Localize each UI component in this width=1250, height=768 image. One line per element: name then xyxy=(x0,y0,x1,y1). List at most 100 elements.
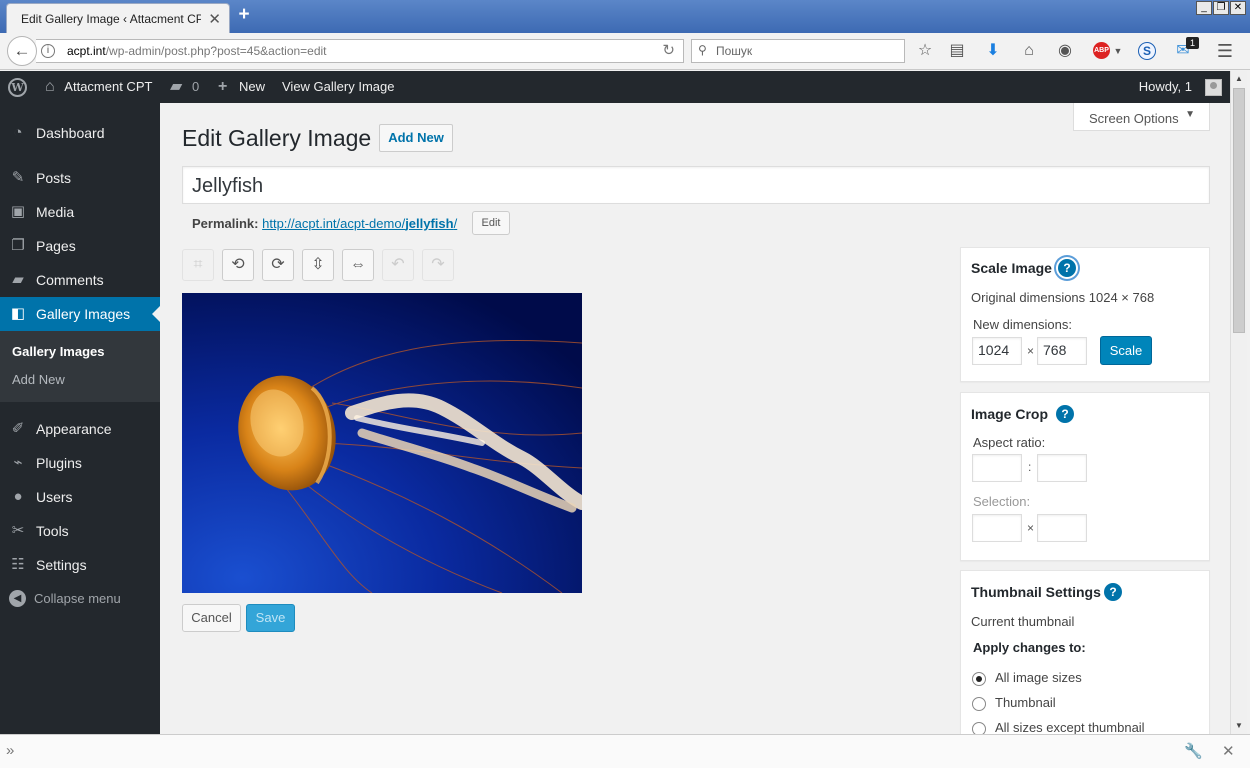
selection-height-input[interactable] xyxy=(1037,514,1087,542)
post-title-input[interactable]: Jellyfish xyxy=(182,166,1210,204)
cancel-button[interactable]: Cancel xyxy=(182,604,241,632)
help-icon[interactable]: ? xyxy=(1058,259,1076,277)
sidebar-item-pages[interactable]: ❐ Pages xyxy=(0,229,160,263)
dashboard-icon: ◔ xyxy=(13,124,23,141)
scroll-up-icon[interactable]: ▲ xyxy=(1231,71,1247,87)
permalink-row: Permalink: http://acpt.int/acpt-demo/jel… xyxy=(192,216,457,231)
add-new-button[interactable]: Add New xyxy=(379,124,453,152)
sidebar-item-dashboard[interactable]: ◔ Dashboard xyxy=(0,116,160,150)
wrench-icon[interactable]: 🔧 xyxy=(1184,742,1203,760)
new-content-link[interactable]: + New xyxy=(218,71,265,103)
admin-sidebar: ◔ Dashboard ✎ Posts ▣ Media ❐ Pages ▰ Co… xyxy=(0,103,160,734)
comments-link[interactable]: ▰ 0 xyxy=(170,71,199,103)
radio-thumbnail[interactable] xyxy=(972,697,986,711)
permalink-edit-button[interactable]: Edit xyxy=(472,211,510,235)
permalink-link[interactable]: http://acpt.int/acpt-demo/jellyfish/ xyxy=(262,216,457,231)
howdy-account[interactable]: Howdy, 1 xyxy=(1139,71,1192,103)
user-icon: ● xyxy=(13,488,23,505)
flip-horizontal-icon[interactable]: ⇔ xyxy=(342,249,374,281)
info-icon[interactable]: i xyxy=(41,44,55,58)
original-dimensions: Original dimensions 1024 × 768 xyxy=(971,290,1155,305)
home-icon: ⌂ xyxy=(45,78,55,95)
times-separator: × xyxy=(1027,521,1035,535)
browser-bottom-bar: » 🔧 ✕ xyxy=(0,734,1250,768)
pocket-icon[interactable]: ◉ xyxy=(1055,41,1075,61)
browser-titlebar: Edit Gallery Image ‹ Attacment CP… ✕ + _… xyxy=(0,0,1250,33)
undo-icon[interactable]: ↶ xyxy=(382,249,414,281)
save-button[interactable]: Save xyxy=(246,604,295,632)
bookmark-star-icon[interactable]: ☆ xyxy=(915,41,935,61)
radio-label-thumbnail[interactable]: Thumbnail xyxy=(995,695,1056,710)
radio-label-all-except-thumbnail[interactable]: All sizes except thumbnail xyxy=(995,720,1145,735)
crop-icon[interactable]: ⌗ xyxy=(182,249,214,281)
sidebar-item-tools[interactable]: ✂ Tools xyxy=(0,514,160,548)
wrench-icon: ✂ xyxy=(11,522,25,539)
pin-icon: ✎ xyxy=(11,169,25,186)
sidebar-item-plugins[interactable]: ⌁ Plugins xyxy=(0,446,160,480)
rotate-left-icon[interactable]: ⟲ xyxy=(222,249,254,281)
download-icon[interactable]: ⬇ xyxy=(983,41,1003,61)
help-icon[interactable]: ? xyxy=(1056,405,1074,423)
redo-icon[interactable]: ↷ xyxy=(422,249,454,281)
aspect-ratio-width-input[interactable] xyxy=(972,454,1022,482)
radio-all-image-sizes[interactable] xyxy=(972,672,986,686)
image-crop-panel: Image Crop ? Aspect ratio: : Selection: … xyxy=(960,392,1210,561)
url-text[interactable]: acpt.int/wp-admin/post.php?post=45&actio… xyxy=(67,44,327,58)
url-bar[interactable]: i acpt.int/wp-admin/post.php?post=45&act… xyxy=(36,39,684,63)
scale-height-input[interactable]: 768 xyxy=(1037,337,1087,365)
s-extension-icon[interactable]: S xyxy=(1138,42,1156,60)
minimize-icon[interactable]: _ xyxy=(1196,1,1212,15)
browser-tab[interactable]: Edit Gallery Image ‹ Attacment CP… ✕ xyxy=(6,3,230,33)
rotate-right-icon[interactable]: ⟳ xyxy=(262,249,294,281)
scale-width-input[interactable]: 1024 xyxy=(972,337,1022,365)
double-chevron-icon[interactable]: » xyxy=(6,742,14,759)
sidebar-item-comments[interactable]: ▰ Comments xyxy=(0,263,160,297)
scroll-down-icon[interactable]: ▼ xyxy=(1231,718,1247,734)
wordpress-logo-icon[interactable]: W xyxy=(8,78,27,97)
view-gallery-image-link[interactable]: View Gallery Image xyxy=(282,71,394,103)
scale-button[interactable]: Scale xyxy=(1100,336,1152,365)
flip-vertical-icon[interactable]: ⇳ xyxy=(302,249,334,281)
submenu-gallery-images[interactable]: Gallery Images xyxy=(12,344,105,359)
home-icon[interactable]: ⌂ xyxy=(1019,41,1039,61)
adblock-dropdown-icon[interactable]: ▼ xyxy=(1108,41,1128,61)
site-home-link[interactable]: ⌂ Attacment CPT xyxy=(45,71,152,103)
back-arrow-icon[interactable]: ← xyxy=(7,36,37,66)
sidebar-item-settings[interactable]: ☷ Settings xyxy=(0,548,160,582)
scrollbar-thumb[interactable] xyxy=(1233,88,1245,333)
collapse-menu-button[interactable]: ◀ Collapse menu xyxy=(0,588,160,612)
window-close-icon[interactable]: ✕ xyxy=(1230,1,1246,15)
reader-list-icon[interactable]: ▤ xyxy=(947,41,967,61)
sliders-icon: ☷ xyxy=(11,556,25,573)
jellyfish-image[interactable] xyxy=(182,293,582,593)
submenu-add-new[interactable]: Add New xyxy=(12,372,65,387)
comment-bubble-icon: ▰ xyxy=(170,78,183,95)
sidebar-item-gallery-images[interactable]: ◧ Gallery Images xyxy=(0,297,160,331)
gallery-icon: ◧ xyxy=(10,305,26,322)
sidebar-item-appearance[interactable]: ✐ Appearance xyxy=(0,412,160,446)
aspect-ratio-height-input[interactable] xyxy=(1037,454,1087,482)
window-controls: _ ❐ ✕ xyxy=(1196,1,1246,15)
brush-icon: ✐ xyxy=(11,420,25,437)
tab-close-icon[interactable]: ✕ xyxy=(208,10,221,28)
selection-width-input[interactable] xyxy=(972,514,1022,542)
menu-hamburger-icon[interactable]: ☰ xyxy=(1215,41,1235,61)
scale-image-title: Scale Image xyxy=(971,260,1052,276)
plus-icon: + xyxy=(218,78,228,95)
avatar[interactable] xyxy=(1205,79,1222,96)
new-tab-button[interactable]: + xyxy=(234,4,254,28)
screen-options-button[interactable]: Screen Options ▼ xyxy=(1073,103,1210,131)
new-dimensions-label: New dimensions: xyxy=(973,317,1072,332)
search-input[interactable]: ⚲ Пошук xyxy=(691,39,905,63)
close-icon[interactable]: ✕ xyxy=(1222,742,1235,760)
sidebar-item-media[interactable]: ▣ Media xyxy=(0,195,160,229)
page-title: Edit Gallery Image xyxy=(182,125,372,151)
restore-icon[interactable]: ❐ xyxy=(1213,1,1229,15)
vertical-scrollbar[interactable]: ▲ ▼ xyxy=(1230,71,1247,734)
help-icon[interactable]: ? xyxy=(1104,583,1122,601)
apply-changes-label: Apply changes to: xyxy=(973,640,1086,655)
sidebar-item-users[interactable]: ● Users xyxy=(0,480,160,514)
reload-icon[interactable]: ↻ xyxy=(662,41,675,59)
sidebar-item-posts[interactable]: ✎ Posts xyxy=(0,161,160,195)
radio-label-all-image-sizes[interactable]: All image sizes xyxy=(995,670,1082,685)
